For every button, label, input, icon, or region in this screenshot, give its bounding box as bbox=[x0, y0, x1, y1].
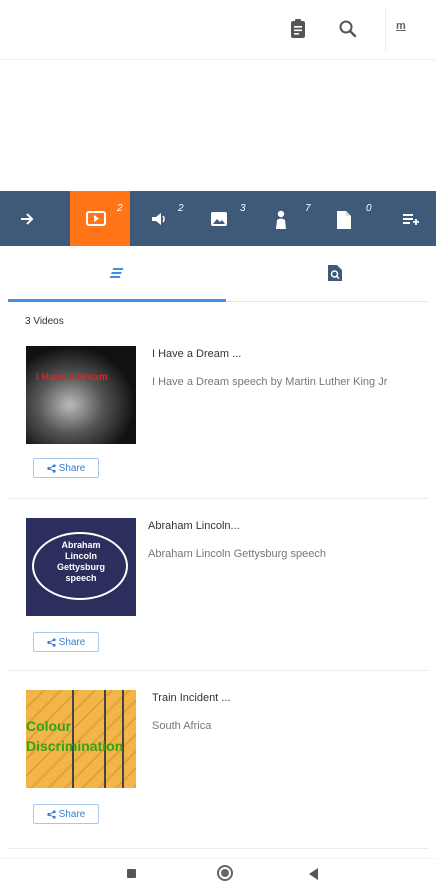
tab-search-doc[interactable] bbox=[226, 252, 436, 298]
documents-count-badge: 0 bbox=[366, 203, 372, 214]
share-icon bbox=[47, 463, 56, 473]
tab-people[interactable]: 7 bbox=[272, 191, 317, 246]
videos-count-badge: 2 bbox=[117, 203, 123, 214]
video-thumbnail[interactable]: I Have a Dream bbox=[26, 346, 136, 444]
toolbar-divider bbox=[385, 8, 386, 52]
search-icon[interactable] bbox=[336, 17, 360, 41]
back-arrow-button[interactable] bbox=[18, 191, 58, 246]
share-button[interactable]: Share bbox=[33, 804, 99, 824]
tab-images[interactable]: 3 bbox=[210, 191, 255, 246]
video-description: I Have a Dream speech by Martin Luther K… bbox=[152, 376, 388, 388]
tab-videos[interactable]: 2 bbox=[70, 191, 130, 246]
home-circle-icon[interactable] bbox=[217, 865, 233, 881]
document-icon bbox=[337, 211, 351, 229]
app-logo[interactable]: m bbox=[396, 20, 406, 32]
thumbnail-caption: I Have a Dream bbox=[36, 372, 108, 383]
recents-square-icon[interactable] bbox=[127, 869, 136, 878]
video-title[interactable]: Train Incident ... bbox=[152, 692, 230, 704]
list-item: Abraham Lincoln Gettysburg speech Abraha… bbox=[0, 508, 436, 670]
share-label: Share bbox=[58, 808, 86, 820]
video-title[interactable]: Abraham Lincoln... bbox=[148, 520, 240, 532]
playlist-add-icon bbox=[403, 214, 419, 225]
thumbnail-text-line: Colour bbox=[26, 718, 72, 734]
share-icon bbox=[47, 637, 56, 647]
video-description: Abraham Lincoln Gettysburg speech bbox=[148, 548, 326, 560]
tab-audio[interactable]: 2 bbox=[150, 191, 195, 246]
thumbnail-text-line: Abraham bbox=[61, 540, 101, 550]
thumbnail-text-line: speech bbox=[65, 573, 97, 583]
item-divider bbox=[8, 670, 428, 671]
playlist-add-button[interactable] bbox=[402, 191, 432, 246]
list-item: Colour Discrimination Train Incident ...… bbox=[0, 680, 436, 848]
audio-count-badge: 2 bbox=[178, 203, 184, 214]
video-count-label: 3 Videos bbox=[25, 316, 64, 327]
person-pointer-icon bbox=[276, 210, 286, 229]
video-icon bbox=[86, 211, 106, 226]
people-count-badge: 7 bbox=[305, 203, 311, 214]
clipboard-icon[interactable] bbox=[286, 17, 310, 41]
video-title[interactable]: I Have a Dream ... bbox=[152, 348, 241, 360]
share-label: Share bbox=[58, 636, 86, 648]
image-icon bbox=[211, 212, 227, 226]
video-description: South Africa bbox=[152, 720, 212, 732]
share-icon bbox=[47, 809, 56, 819]
thumbnail-text-line: Discrimination bbox=[26, 738, 124, 754]
top-app-bar: m bbox=[0, 0, 436, 60]
document-search-icon bbox=[328, 265, 342, 281]
video-thumbnail[interactable]: Colour Discrimination bbox=[26, 690, 136, 788]
back-triangle-icon[interactable] bbox=[309, 867, 319, 885]
arrow-right-icon bbox=[21, 213, 34, 225]
share-button[interactable]: Share bbox=[33, 458, 99, 478]
share-button[interactable]: Share bbox=[33, 632, 99, 652]
tab-documents[interactable]: 0 bbox=[336, 191, 381, 246]
system-navigation-bar bbox=[0, 858, 436, 891]
item-divider bbox=[8, 498, 428, 499]
view-tabs bbox=[0, 252, 436, 302]
list-view-icon bbox=[109, 268, 124, 278]
thumbnail-text-line: Gettysburg bbox=[56, 562, 105, 572]
item-divider bbox=[8, 848, 428, 849]
active-tab-indicator bbox=[8, 299, 226, 302]
media-type-toolbar: 2 2 3 7 0 bbox=[0, 191, 436, 246]
thumbnail-text-line: Lincoln bbox=[65, 551, 97, 561]
tab-list-view[interactable] bbox=[8, 252, 226, 298]
images-count-badge: 3 bbox=[240, 203, 246, 214]
list-item: I Have a Dream I Have a Dream ... I Have… bbox=[0, 336, 436, 498]
share-label: Share bbox=[58, 462, 86, 474]
video-thumbnail[interactable]: Abraham Lincoln Gettysburg speech bbox=[26, 518, 136, 616]
speaker-icon bbox=[152, 213, 165, 225]
